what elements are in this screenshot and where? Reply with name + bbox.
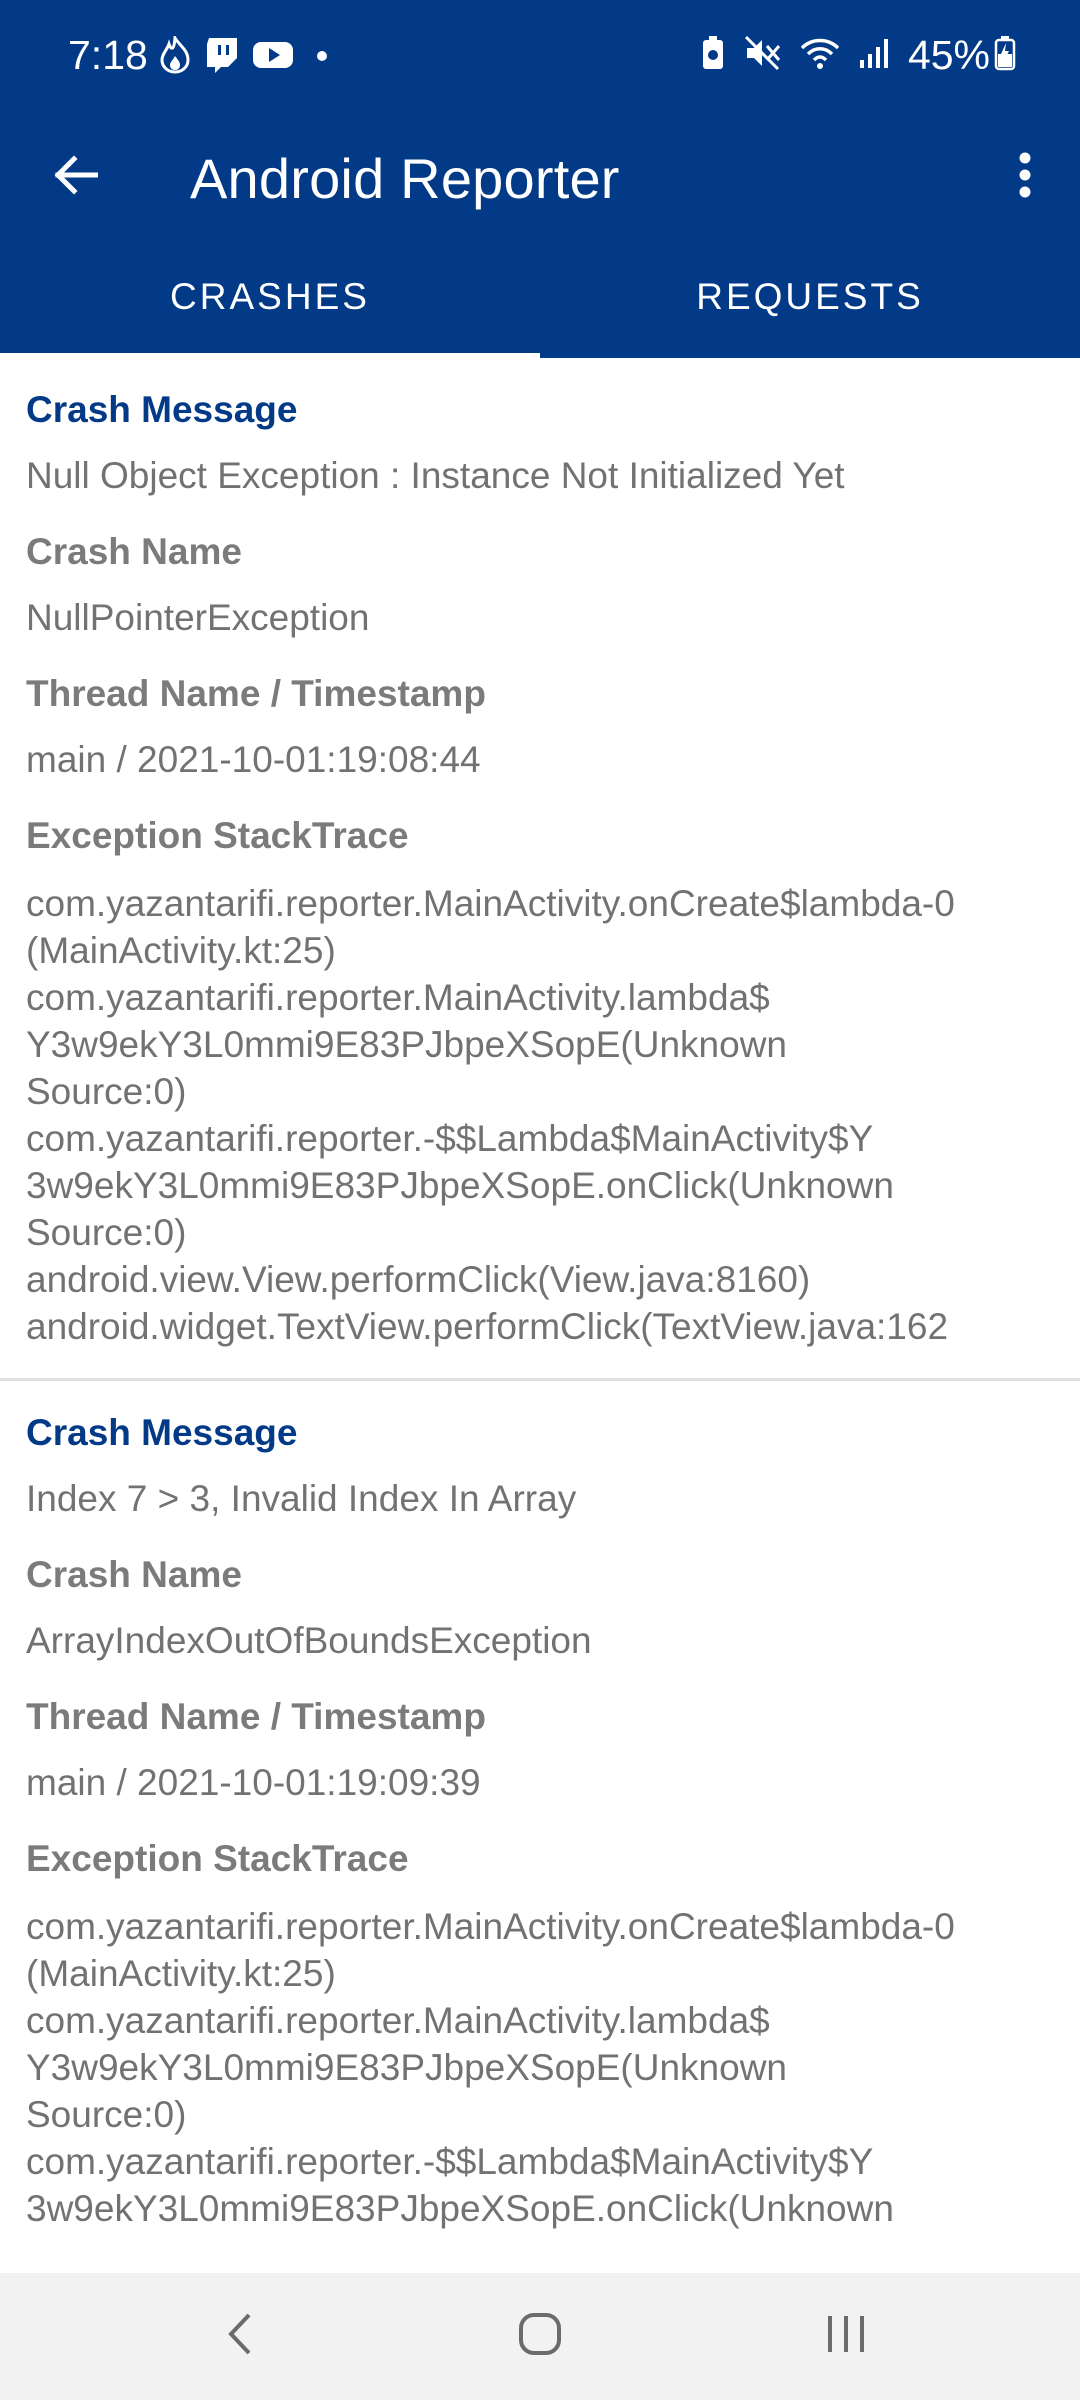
system-nav-bar [0,2273,1080,2400]
crash-message-label: Crash Message [26,1412,298,1453]
status-system-icons: 45% [700,32,1016,79]
more-vert-icon [1018,151,1032,204]
battery-charging-icon [994,35,1016,76]
thread-timestamp-value: main / 2021-10-01:19:08:44 [26,739,481,780]
thread-timestamp-label: Thread Name / Timestamp [26,673,486,714]
youtube-icon [252,39,294,76]
tab-requests[interactable]: REQUESTS [540,236,1080,358]
crash-item[interactable]: Crash Message Index 7 > 3, Invalid Index… [0,1381,1080,2260]
battery-percentage: 45% [907,32,990,78]
status-bar: 7:18 45% [0,0,1080,118]
crash-name-label: Crash Name [26,1554,242,1595]
status-time: 7:18 [68,32,148,78]
stacktrace-label: Exception StackTrace [26,1838,409,1879]
tab-bar: CRASHES REQUESTS [0,236,1080,358]
stacktrace-label: Exception StackTrace [26,815,409,856]
nav-back-icon [225,2311,255,2362]
mute-icon [744,35,782,76]
crash-message-value: Null Object Exception : Instance Not Ini… [26,455,845,496]
battery-saver-icon [700,35,726,76]
dot-icon [316,49,328,67]
nav-recents-icon [824,2312,868,2361]
twitch-icon [204,36,240,79]
overflow-menu-button[interactable] [990,142,1060,212]
stacktrace-value: com.yazantarifi.reporter.MainActivity.on… [26,1906,955,2229]
app-bar: Android Reporter [0,118,1080,236]
status-notification-icons [158,33,328,79]
crash-message-value: Index 7 > 3, Invalid Index In Array [26,1478,577,1519]
app-screen: 7:18 45% Android Reporter CRASHES REQUES… [0,0,1080,2400]
crash-name-label: Crash Name [26,531,242,572]
arrow-back-icon [52,154,99,200]
page-title: Android Reporter [190,147,620,210]
back-button[interactable] [40,142,110,212]
crash-name-value: ArrayIndexOutOfBoundsException [26,1620,592,1661]
crash-message-label: Crash Message [26,389,298,430]
flame-icon [158,33,192,79]
nav-home-icon [517,2311,563,2362]
crash-item[interactable]: Crash Message Null Object Exception : In… [0,358,1080,1381]
thread-timestamp-value: main / 2021-10-01:19:09:39 [26,1762,481,1803]
stacktrace-value: com.yazantarifi.reporter.MainActivity.on… [26,883,955,1347]
tab-crashes[interactable]: CRASHES [0,236,540,358]
nav-home-button[interactable] [500,2301,580,2371]
wifi-icon [800,36,840,75]
nav-recents-button[interactable] [806,2301,886,2371]
nav-back-button[interactable] [200,2301,280,2371]
crash-list[interactable]: Crash Message Null Object Exception : In… [0,358,1080,2273]
signal-icon [858,36,890,75]
thread-timestamp-label: Thread Name / Timestamp [26,1696,486,1737]
crash-name-value: NullPointerException [26,597,370,638]
